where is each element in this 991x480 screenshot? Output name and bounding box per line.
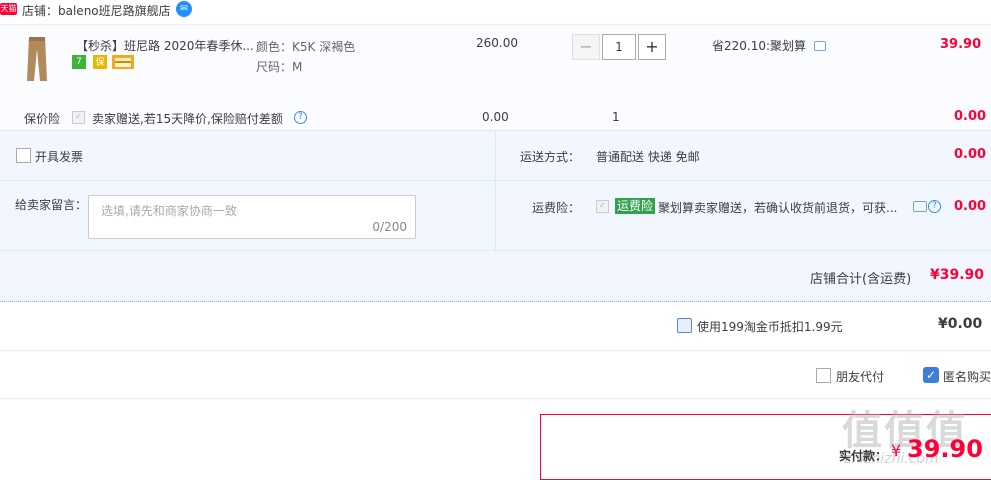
price-protection-total: 0.00 xyxy=(954,109,987,124)
freight-insurance-total: 0.00 xyxy=(954,199,987,214)
price-protection-description: 卖家赠送,若15天降价,保险赔付差额 xyxy=(92,112,283,126)
actual-payment-label: 实付款： xyxy=(839,449,888,463)
seller-message-counter: 0/200 xyxy=(372,220,407,234)
divider xyxy=(0,250,991,251)
friend-pay-label[interactable]: 朋友代付 xyxy=(836,368,884,385)
invoice-label[interactable]: 开具发票 xyxy=(35,148,83,165)
divider xyxy=(495,130,496,250)
seller-message-textarea[interactable]: 选填,请先和商家协商一致 0/200 xyxy=(88,195,416,239)
currency-symbol: ¥ xyxy=(891,441,902,460)
taobao-coin-checkbox[interactable] xyxy=(677,318,692,333)
guarantee-icon[interactable]: 保 xyxy=(93,55,107,69)
seven-day-return-icon[interactable]: 7 xyxy=(72,55,86,69)
wangwang-chat-icon[interactable]: ✉ xyxy=(176,1,192,17)
order-item-row: 【秒杀】班尼路 2020年春季休... 7 保 颜色：K5K 深褐色 尺码：M … xyxy=(0,24,991,130)
tmall-badge: 天猫 xyxy=(0,3,17,15)
actual-payment-value: 39.90 xyxy=(907,435,983,463)
divider xyxy=(0,180,495,181)
anonymous-purchase-checkbox[interactable]: ✓ xyxy=(923,367,939,383)
freight-insurance-tag: 运费险 xyxy=(615,198,656,214)
promotion-text: 省220.10:聚划算 xyxy=(712,39,807,53)
price-protection-price: 0.00 xyxy=(482,110,509,124)
sku-size: 尺码：M xyxy=(256,60,303,74)
divider xyxy=(0,350,991,351)
anonymous-purchase-label[interactable]: 匿名购买 xyxy=(943,368,991,385)
freight-insurance-description: 聚划算卖家赠送，若确认收货前退货，可获... xyxy=(658,201,898,215)
price-protection-checkbox: ✓ xyxy=(72,111,85,124)
product-title-link[interactable]: 【秒杀】班尼路 2020年春季休... xyxy=(76,37,254,54)
help-icon[interactable]: ? xyxy=(294,111,307,124)
unit-price: 260.00 xyxy=(476,36,518,50)
card-icon[interactable] xyxy=(112,55,134,69)
freight-insurance-label: 运费险： xyxy=(532,201,581,215)
shipping-method-label: 运送方式： xyxy=(520,150,581,164)
price-protection-label: 保价险 xyxy=(24,112,61,126)
price-protection-quantity: 1 xyxy=(612,110,620,124)
chat-icon[interactable] xyxy=(913,201,927,212)
product-thumbnail[interactable] xyxy=(20,35,54,83)
item-total-price: 39.90 xyxy=(940,37,982,52)
quantity-input[interactable]: 1 xyxy=(602,34,636,60)
shipping-method-value[interactable]: 普通配送 快递 免邮 xyxy=(596,148,700,165)
promotion-chat-icon[interactable] xyxy=(814,41,826,51)
seller-message-placeholder: 选填,请先和商家协商一致 xyxy=(101,204,237,218)
quantity-decrease-button[interactable]: − xyxy=(572,34,600,60)
seller-message-label: 给卖家留言： xyxy=(15,198,88,212)
sku-color: 颜色：K5K 深褐色 xyxy=(256,40,356,54)
quantity-increase-button[interactable]: + xyxy=(638,34,666,60)
freight-insurance-checkbox: ✓ xyxy=(596,200,609,213)
taobao-coin-label[interactable]: 使用199淘金币抵扣1.99元 xyxy=(697,318,843,335)
shop-subtotal-value: ¥39.90 xyxy=(930,267,985,283)
friend-pay-checkbox[interactable] xyxy=(816,368,831,383)
invoice-checkbox[interactable] xyxy=(16,148,31,163)
shop-subtotal-label: 店铺合计(含运费) xyxy=(810,272,912,287)
shipping-price: 0.00 xyxy=(954,147,987,162)
help-icon[interactable]: ? xyxy=(928,200,941,213)
divider xyxy=(496,180,991,181)
shop-name-link[interactable]: 店铺：baleno班尼路旗舰店 xyxy=(22,2,171,19)
taobao-coin-value: ¥0.00 xyxy=(938,316,983,332)
